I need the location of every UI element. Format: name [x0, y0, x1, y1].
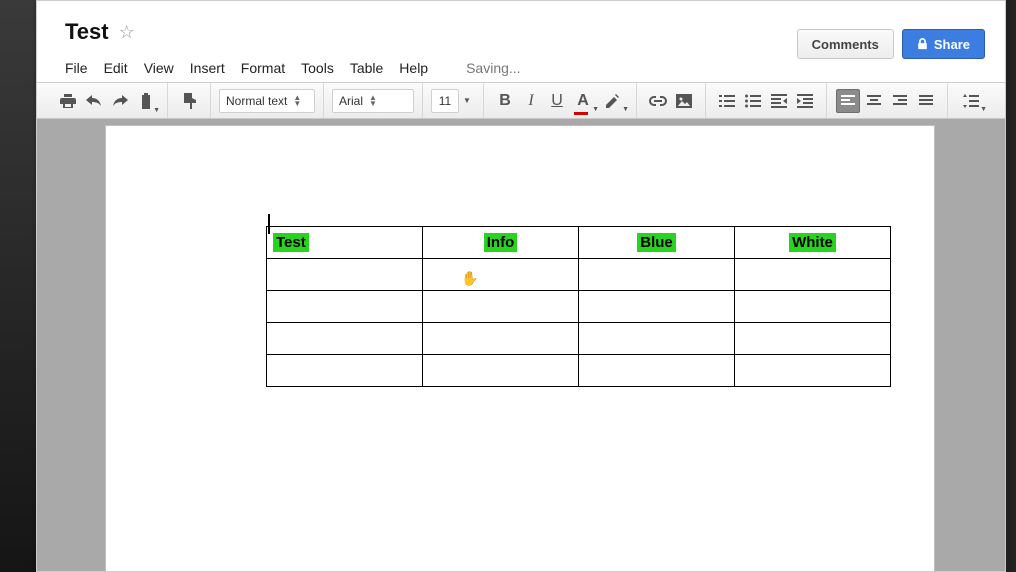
insert-link-icon[interactable]: [646, 89, 670, 113]
table-header-cell[interactable]: Info: [484, 233, 518, 252]
redo-icon[interactable]: [108, 89, 132, 113]
menu-view[interactable]: View: [144, 60, 174, 76]
document-area[interactable]: Test Info Blue White ✋: [37, 119, 1005, 571]
table-row[interactable]: [267, 259, 891, 291]
menu-help[interactable]: Help: [399, 60, 428, 76]
cursor-icon: ✋: [461, 270, 478, 287]
table-row[interactable]: Test Info Blue White: [267, 227, 891, 259]
table-header-cell[interactable]: Test: [273, 233, 309, 252]
table-header-cell[interactable]: Blue: [637, 233, 676, 252]
content-table[interactable]: Test Info Blue White: [266, 226, 891, 387]
align-left-button[interactable]: [836, 89, 860, 113]
bulleted-list-icon[interactable]: [741, 89, 765, 113]
share-label: Share: [934, 37, 970, 52]
table-row[interactable]: [267, 291, 891, 323]
menu-table[interactable]: Table: [350, 60, 383, 76]
menu-format[interactable]: Format: [241, 60, 285, 76]
lock-icon: [917, 38, 928, 50]
save-status: Saving...: [466, 60, 520, 76]
clipboard-icon[interactable]: ▼: [134, 89, 158, 113]
numbered-list-icon[interactable]: [715, 89, 739, 113]
undo-icon[interactable]: [82, 89, 106, 113]
window-left-strip: [0, 0, 36, 572]
align-justify-button[interactable]: [914, 89, 938, 113]
bold-button[interactable]: B: [493, 89, 517, 113]
header: Test ☆ Comments Share File Edit View Ins…: [37, 1, 1005, 83]
menu-file[interactable]: File: [65, 60, 88, 76]
font-size-label: 11: [439, 94, 451, 108]
document-title[interactable]: Test: [65, 19, 109, 45]
align-center-button[interactable]: [862, 89, 886, 113]
chevron-updown-icon: ▲▼: [293, 95, 301, 107]
print-icon[interactable]: [56, 89, 80, 113]
font-family-label: Arial: [339, 94, 363, 108]
chevron-updown-icon: ▲▼: [369, 95, 377, 107]
highlighter-icon: [604, 93, 620, 109]
star-icon[interactable]: ☆: [119, 22, 135, 43]
comments-button[interactable]: Comments: [797, 29, 894, 59]
comments-label: Comments: [812, 37, 879, 52]
align-right-button[interactable]: [888, 89, 912, 113]
paragraph-style-label: Normal text: [226, 94, 287, 108]
paint-format-icon[interactable]: [177, 89, 201, 113]
menu-tools[interactable]: Tools: [301, 60, 334, 76]
menu-insert[interactable]: Insert: [190, 60, 225, 76]
italic-button[interactable]: I: [519, 89, 543, 113]
share-button[interactable]: Share: [902, 29, 985, 59]
table-row[interactable]: [267, 323, 891, 355]
increase-indent-icon[interactable]: [793, 89, 817, 113]
app-window: Test ☆ Comments Share File Edit View Ins…: [36, 0, 1006, 572]
insert-image-icon[interactable]: [672, 89, 696, 113]
table-header-cell[interactable]: White: [789, 233, 836, 252]
underline-button[interactable]: U: [545, 89, 569, 113]
line-spacing-button[interactable]: ▼: [957, 89, 985, 113]
text-color-button[interactable]: A ▼: [571, 89, 595, 113]
menubar: File Edit View Insert Format Tools Table…: [65, 60, 521, 76]
font-size-select[interactable]: 11: [431, 89, 459, 113]
font-size-dropdown-icon[interactable]: ▼: [460, 89, 474, 113]
toolbar: ▼ Normal text ▲▼ Arial ▲▼ 11 ▼ B I U: [37, 83, 1005, 119]
decrease-indent-icon[interactable]: [767, 89, 791, 113]
page[interactable]: Test Info Blue White ✋: [105, 125, 935, 571]
menu-edit[interactable]: Edit: [104, 60, 128, 76]
paragraph-style-select[interactable]: Normal text ▲▼: [219, 89, 315, 113]
table-row[interactable]: [267, 355, 891, 387]
highlight-color-button[interactable]: ▼: [597, 89, 627, 113]
font-family-select[interactable]: Arial ▲▼: [332, 89, 414, 113]
